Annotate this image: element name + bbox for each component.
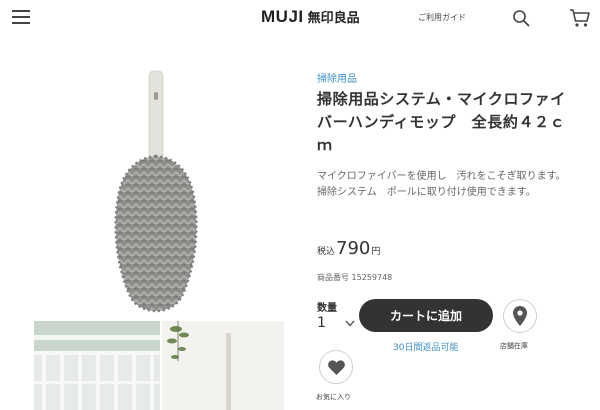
heart-icon [327, 359, 345, 375]
product-thumbnail-1[interactable] [34, 321, 160, 410]
logo-jp-text: 無印良品 [307, 11, 360, 26]
logo-text: MUJI [261, 7, 304, 26]
product-description: マイクロファイバーを使用し 汚れをこそぎ取ります。掃除システム ポールに取り付け… [317, 171, 566, 198]
map-pin-icon [513, 306, 527, 326]
site-header: MUJI 無印良品 ご利用ガイド [0, 0, 600, 36]
store-stock-button[interactable] [503, 299, 537, 333]
quantity-select[interactable]: 1 [317, 314, 355, 332]
chevron-down-icon [345, 320, 355, 326]
returns-note-link[interactable]: 30日間返品可能 [393, 340, 458, 353]
muji-logo[interactable]: MUJI 無印良品 [261, 7, 360, 27]
store-stock-label: 店舗在庫 [500, 342, 528, 350]
guide-link[interactable]: ご利用ガイド [418, 12, 466, 23]
quantity-label: 数量 [317, 303, 337, 314]
search-icon[interactable] [512, 9, 530, 27]
favorite-button[interactable] [319, 350, 353, 384]
menu-icon[interactable] [12, 10, 30, 24]
wall-pole-image [162, 321, 284, 410]
price-unit: 円 [371, 247, 381, 257]
favorite-label: お気に入り [316, 393, 351, 401]
category-link[interactable]: 掃除用品 [317, 70, 357, 85]
price: 税込 790 円 [317, 238, 380, 259]
balcony-railing-image [34, 321, 160, 410]
item-number-label: 商品番号 [317, 273, 349, 282]
cart-icon[interactable] [569, 8, 591, 28]
quantity-value: 1 [317, 315, 326, 331]
product-thumbnail-2[interactable] [162, 321, 284, 410]
product-title: 掃除用品システム・マイクロファイバーハンディモップ 全長約４２ｃｍ [317, 90, 566, 154]
item-number: 商品番号 15259748 [317, 272, 392, 283]
product-main-image[interactable] [70, 66, 250, 318]
item-number-value: 15259748 [351, 273, 393, 282]
price-value: 790 [336, 238, 371, 259]
price-tax-label: 税込 [317, 247, 336, 257]
add-to-cart-button[interactable]: カートに追加 [359, 299, 493, 332]
